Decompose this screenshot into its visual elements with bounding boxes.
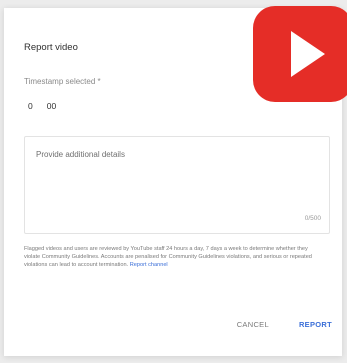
- cancel-button[interactable]: CANCEL: [237, 320, 269, 329]
- details-textarea[interactable]: Provide additional details 0/500: [24, 136, 330, 234]
- report-button[interactable]: REPORT: [299, 320, 332, 329]
- timestamp-value[interactable]: 0 00: [28, 101, 56, 111]
- character-counter: 0/500: [304, 215, 321, 222]
- timestamp-seconds[interactable]: 00: [47, 101, 56, 111]
- disclaimer-text: Flagged videos and users are reviewed by…: [24, 245, 324, 270]
- dialog-title: Report video: [24, 42, 78, 53]
- disclaimer-body: Flagged videos and users are reviewed by…: [24, 246, 312, 269]
- youtube-play-icon: [253, 6, 347, 102]
- timestamp-minutes[interactable]: 0: [28, 101, 33, 111]
- dialog-actions: CANCEL REPORT: [237, 320, 332, 329]
- details-placeholder: Provide additional details: [36, 150, 125, 159]
- timestamp-label: Timestamp selected *: [24, 77, 101, 86]
- report-channel-link[interactable]: Report channel: [130, 262, 168, 268]
